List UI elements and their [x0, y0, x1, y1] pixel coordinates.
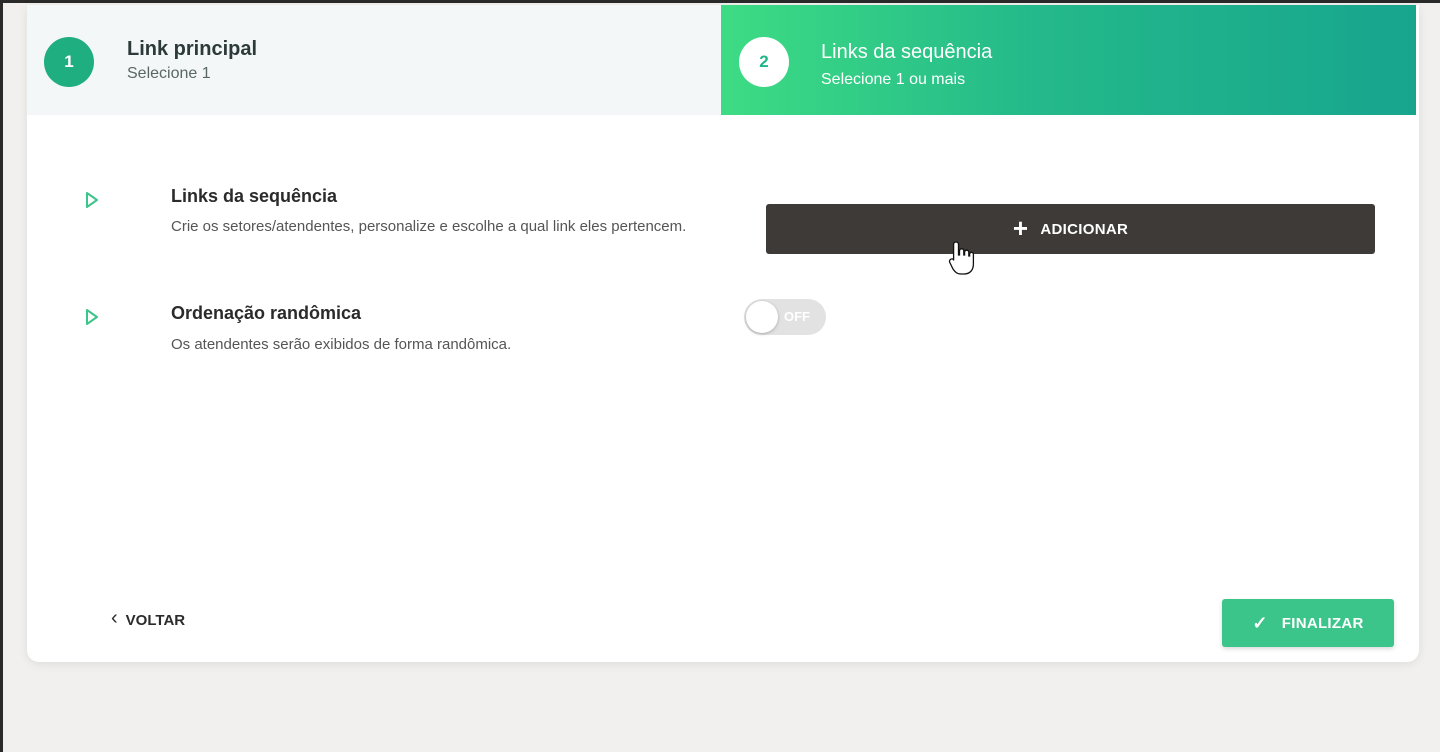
random-order-toggle[interactable]: OFF	[744, 299, 826, 335]
play-triangle-icon	[86, 309, 98, 325]
toggle-knob	[746, 301, 778, 333]
section-title: Links da sequência	[171, 186, 338, 206]
check-icon: ✓	[1252, 612, 1268, 633]
toggle-state-label: OFF	[784, 309, 810, 324]
finish-button[interactable]: ✓ FINALIZAR	[1222, 599, 1394, 647]
hand-pointer-cursor-icon	[948, 241, 975, 275]
step-subtitle: Selecione 1 ou mais	[821, 71, 966, 88]
step-number-badge: 1	[44, 37, 94, 87]
plus-icon: +	[1012, 213, 1029, 243]
step-subtitle: Selecione 1	[127, 65, 211, 82]
finish-button-label: FINALIZAR	[1281, 614, 1364, 632]
step-link-principal[interactable]: 1 Link principal Selecione 1	[27, 5, 721, 115]
play-triangle-icon	[86, 192, 98, 208]
step-title: Link principal	[127, 38, 258, 60]
back-button[interactable]: ‹ VOLTAR	[111, 607, 186, 630]
section-title: Ordenação randômica	[171, 303, 362, 323]
section-description: Crie os setores/atendentes, personalize …	[171, 218, 687, 235]
add-button-label: ADICIONAR	[1040, 220, 1129, 238]
back-button-label: VOLTAR	[125, 611, 186, 629]
add-button[interactable]: + ADICIONAR	[766, 204, 1375, 254]
step-links-sequencia[interactable]: 2 Links da sequência Selecione 1 ou mais	[721, 5, 1416, 115]
wizard-card: 1 Link principal Selecione 1 2 Links da …	[27, 5, 1419, 662]
chevron-left-icon: ‹	[111, 607, 118, 629]
section-description: Os atendentes serão exibidos de forma ra…	[171, 336, 512, 353]
step-title: Links da sequência	[821, 41, 993, 63]
step-number-badge: 2	[739, 37, 789, 87]
stepper: 1 Link principal Selecione 1 2 Links da …	[27, 5, 1419, 115]
